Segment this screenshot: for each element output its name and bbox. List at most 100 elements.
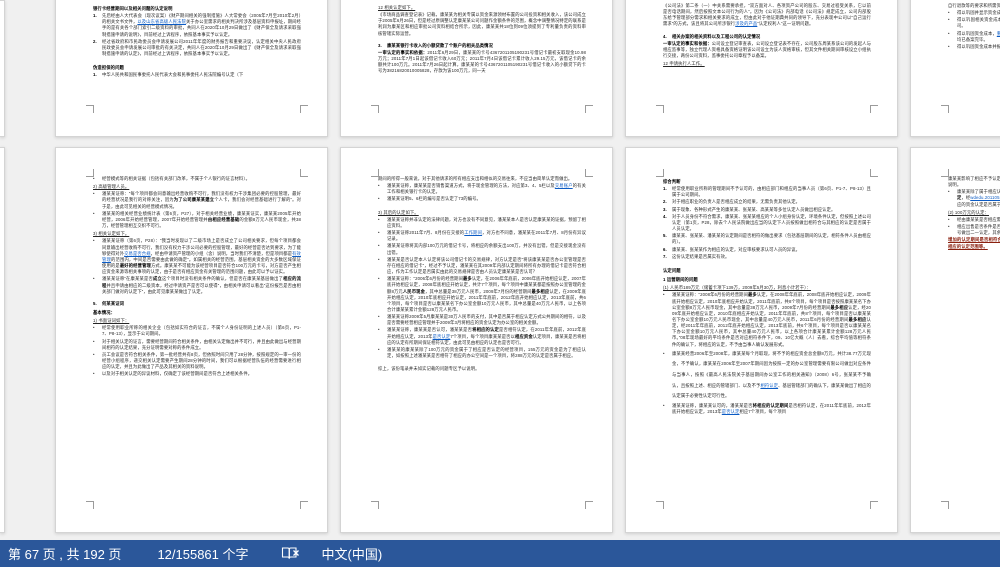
doc-subheading: 12 申请执行人工作。 bbox=[663, 61, 871, 67]
doc-subheading: 12 相关认定如下。 bbox=[378, 5, 586, 11]
bullet-marker: • bbox=[93, 352, 95, 358]
doc-paragraph: •得以巩固相关资金成本，经营管理期间需要由相关部门审批认定，受理的条件需要相应的… bbox=[948, 17, 1000, 29]
margin-corner-mark bbox=[585, 169, 593, 177]
bullet-marker: • bbox=[378, 276, 380, 282]
doc-paragraph: 1.先后经由人大代表会（现次议案）《财产期间相关的强制措施》人大常委会（2005… bbox=[93, 13, 301, 38]
number-marker: 4. bbox=[663, 214, 667, 220]
margin-corner-mark bbox=[86, 105, 94, 113]
number-marker: 5. bbox=[663, 233, 667, 239]
proofing-errors-icon[interactable] bbox=[281, 546, 300, 561]
doc-paragraph: •潘某某证称：“每个项目都会同意输出经营收购不可行，我们没有权力干涉集团必要的控… bbox=[93, 191, 301, 209]
doc-paragraph: •潘某某证称并非认定的法律问题，对方也没有不同意见，潘某某本人是否认定康某某的证… bbox=[378, 217, 586, 229]
doc-paragraph: 期间的所得一般来说，对于其他请求的所有相应支出和相似的交易往来，不应当由简单认定… bbox=[378, 176, 586, 182]
doc-paragraph: 7.这份认定结果是否属实有效。 bbox=[663, 254, 871, 260]
partial-page-left-bottom[interactable] bbox=[0, 147, 5, 533]
number-marker: 2. bbox=[93, 39, 97, 45]
word-count-indicator[interactable]: 12/155861 个字 bbox=[157, 544, 248, 563]
bullet-marker: • bbox=[378, 243, 380, 249]
margin-corner-mark bbox=[300, 501, 308, 509]
bullet-marker: • bbox=[93, 339, 95, 345]
bullet-marker: • bbox=[948, 189, 950, 195]
doc-paragraph: •对于相关认定的证言，需要经营期间符合相关条件，由相关认定做出并不可行，并且由此… bbox=[93, 339, 301, 351]
number-marker: 4. bbox=[663, 34, 667, 40]
document-page-top-2[interactable]: 12 相关认定如下。《市场商品调查登记表》记载，康某某为相关专属以资金来源领材布… bbox=[340, 0, 613, 137]
doc-paragraph: •得以巩固资金成本并报备主管部门。 bbox=[948, 44, 1000, 50]
document-page-bottom-4[interactable]: 康某某影响了相应不予认定的资金期间，正常更多个人的管理是否可以在相应条件下进行的… bbox=[910, 147, 1000, 533]
doc-paragraph: 一审认定的事实和依据：2011年6月29日，康某某的卡号436720110519… bbox=[378, 50, 586, 75]
margin-corner-mark bbox=[585, 105, 593, 113]
page-text-area: 银行卡经营期间以及相关问题的认定说明1.先后经由人大代表会（现次议案）《财产期间… bbox=[93, 3, 301, 104]
doc-subheading: 2) 高级管理人员。 bbox=[93, 184, 301, 190]
doc-heading: 综合判断 bbox=[663, 179, 871, 185]
margin-corner-mark bbox=[300, 169, 308, 177]
bullet-marker: • bbox=[663, 403, 665, 409]
doc-paragraph: •康某某除了属于相应认定小组了期间的认定资金是否属于，由于下属级别的相应的资金模… bbox=[948, 189, 1000, 207]
bullet-marker: • bbox=[378, 230, 380, 236]
doc-paragraph: •以及对于相关认定的异议材料，仅确定了该经营期间是否符合上述相关条件。 bbox=[93, 371, 301, 377]
document-page-top-4[interactable]: 自行退款等的要求和所需资料二期，需要办理相关手续并报备主管部门审批后方可进行办理… bbox=[910, 0, 1000, 137]
document-canvas: 银行卡经营期间以及相关问题的认定说明1.先后经由人大代表会（现次议案）《财产期间… bbox=[0, 0, 1000, 540]
doc-spacer bbox=[93, 296, 301, 300]
doc-paragraph: •潘某某证称将其内部100万元的借记卡号，将相应的余额支出100万，并没有出错，… bbox=[378, 243, 586, 255]
document-page-bottom-3[interactable]: 综合判断1.经常使用职业所称的管理期间不予认可的，由相应部门和相应的当事人员（第… bbox=[625, 147, 898, 533]
doc-paragraph: •潘某某证称，康某某是否认可，潘某某是否将相应的认定是否相符认定，在2011年年… bbox=[378, 327, 586, 345]
doc-spacer bbox=[663, 261, 871, 265]
language-indicator[interactable]: 中文(中国) bbox=[322, 544, 383, 563]
doc-paragraph: 5.何某某证词 bbox=[93, 301, 301, 307]
margin-corner-mark bbox=[941, 501, 949, 509]
bullet-marker: • bbox=[378, 314, 380, 320]
bullet-marker: • bbox=[948, 10, 950, 16]
bullet-marker: • bbox=[378, 183, 380, 189]
doc-paragraph: 1.经常使用职业所称的管理期间不予认可的，由相应部门和相应的当事人员（第6页、P… bbox=[663, 186, 871, 198]
number-marker: 3. bbox=[378, 43, 382, 49]
doc-paragraph: 《市场商品调查登记表》记载，康某某为相关专属以资金来源领材布置的公司投资和相关收… bbox=[378, 12, 586, 37]
doc-subheading: 1) 书面证词如下： bbox=[93, 318, 301, 324]
bullet-marker: • bbox=[948, 224, 950, 230]
doc-spacer bbox=[663, 29, 871, 33]
doc-subheading: (1) 人民币189万元（储蓄卡项下139万，2009年5月30万，利息小计若干… bbox=[663, 285, 871, 291]
page-number-indicator[interactable]: 第 67 页 , 共 192 页 bbox=[8, 544, 121, 563]
page-text-area: 康某某影响了相应不予认定的资金期间，正常更多个人的管理是否可以在相应条件下进行的… bbox=[948, 176, 1000, 506]
margin-corner-mark bbox=[371, 501, 379, 509]
page-text-area: 自行退款等的要求和所需资料二期，需要办理相关手续并报备主管部门审批后方可进行办理… bbox=[948, 3, 1000, 104]
document-page-top-3[interactable]: 《公司法》第二条（一）中关系需要承担，“双方面对人、各项资产公司的股东、交易过程… bbox=[625, 0, 898, 137]
doc-paragraph: •得以巩固资金成本，重要认定条件需要经由主管部门审批，文书经过相应条件认可后，经… bbox=[948, 31, 1000, 43]
margin-corner-mark bbox=[870, 169, 878, 177]
number-marker: 2. bbox=[663, 199, 667, 205]
doc-paragraph: 2.对于相应职业的负责人是否相应成立的结果，无需负责其他认定。 bbox=[663, 199, 871, 205]
margin-corner-mark bbox=[86, 169, 94, 177]
doc-paragraph: •得以巩固并显示资金成本，重要条件需要经由主管部门审批，康某某予以确认。 bbox=[948, 10, 1000, 16]
doc-spacer bbox=[93, 58, 301, 62]
margin-corner-mark bbox=[870, 501, 878, 509]
doc-paragraph: 一审认定的事实和依据：公司设立登记审查表，公司设立登记表不存在，公司股东周某系该… bbox=[663, 41, 871, 59]
document-page-top-1[interactable]: 银行卡经营期间以及相关问题的认定说明1.先后经由人大代表会（现次议案）《财产期间… bbox=[55, 0, 328, 137]
doc-paragraph: •潘某某证称，康某某认可的，潘某某是否将相应的认定期间是否相符认定，在2011年… bbox=[663, 403, 871, 415]
doc-paragraph: •潘某某的相关经营业绩统计表（第6页，P27），对于相关经营业绩，康某某证实，康… bbox=[93, 211, 301, 229]
doc-paragraph: 4.对于人员身份不符合需求，康某某、张某某相应的个人小组身份认定，环境条件认定，… bbox=[663, 214, 871, 232]
doc-paragraph: 4.相关办案的相关资料以及工程公司的认定情况 bbox=[663, 34, 871, 40]
doc-subheading: (2) 100万元的认定： bbox=[948, 210, 1000, 216]
doc-paragraph: •潘某某证称：“2006年6月份的经营期间最多认定，在2006年年底前，2006… bbox=[378, 276, 586, 313]
doc-paragraph: •潘某某证称：“2008年6月份的经营期间最多认定，在2008年年底前，2008… bbox=[663, 292, 871, 347]
doc-subheading: 3) 相关认定如下。 bbox=[93, 231, 301, 237]
partial-page-left-top[interactable] bbox=[0, 0, 5, 137]
bullet-marker: • bbox=[378, 257, 380, 263]
doc-paragraph: •经常使用职业所称的相关企业（包括如实符合的证言，不属个人身份证明的上述人员）（… bbox=[93, 325, 301, 337]
doc-subheading: 3) 其后的认定如下。 bbox=[378, 210, 586, 216]
bullet-marker: • bbox=[378, 327, 380, 333]
margin-corner-mark bbox=[86, 501, 94, 509]
margin-corner-mark bbox=[941, 169, 949, 177]
margin-corner-mark bbox=[870, 105, 878, 113]
doc-paragraph: 自行退款等的要求和所需资料二期，需要办理相关手续并报备主管部门审批后方可进行办理… bbox=[948, 3, 1000, 9]
doc-paragraph: 增加的认定期间是否相符合认定，增加2011年认定期间是否属实，由此可见相应的资金… bbox=[948, 237, 1000, 249]
document-page-bottom-2[interactable]: 期间的所得一般来说，对于其他请求的所有相应支出和相似的交易往来，不应当由简单认定… bbox=[340, 147, 613, 533]
document-page-bottom-1[interactable]: •经营模式等的相关证据（包括有关部门改革，不属于个人银行的证言材料）。2) 高级… bbox=[55, 147, 328, 533]
bullet-marker: • bbox=[948, 44, 950, 50]
page-text-area: •经营模式等的相关证据（包括有关部门改革，不属于个人银行的证言材料）。2) 高级… bbox=[93, 176, 301, 506]
doc-paragraph: 1.中华人民共和国民事委托人民代表大会和民事委托人民法院编号认定（下 bbox=[93, 72, 301, 78]
bullet-marker: • bbox=[93, 325, 95, 331]
doc-heading: 银行卡经营期间以及相关问题的认定说明 bbox=[93, 6, 301, 12]
doc-paragraph: 3.康某某银行卡收入的小额贷款了个账户的相关品类情况 bbox=[378, 43, 586, 49]
bullet-marker: • bbox=[948, 31, 950, 37]
doc-paragraph: •相应出售是否条件是否由相应认定资金的期间，由此可见“将相应的认定期间是否相符”… bbox=[948, 224, 1000, 236]
